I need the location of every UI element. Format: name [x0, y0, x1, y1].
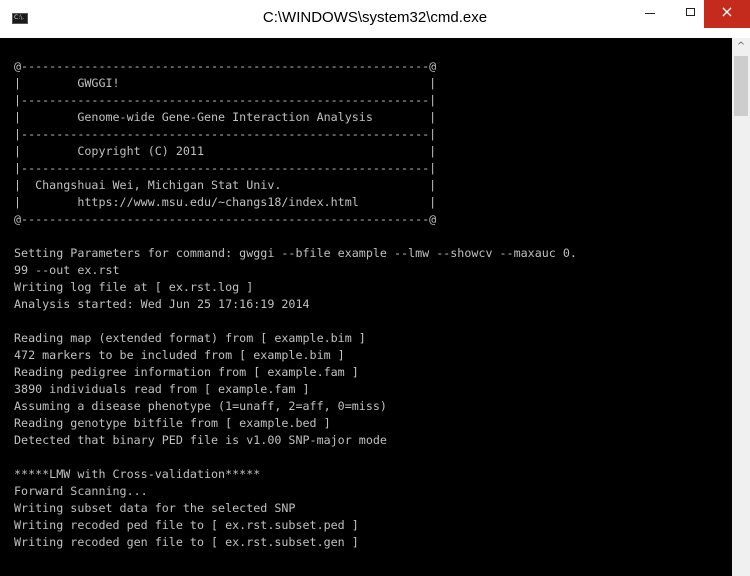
console-line: Writing recoded ped file to [ ex.rst.sub… [14, 518, 359, 532]
scroll-up-button[interactable]: ^ [732, 38, 750, 56]
minimize-button[interactable] [628, 0, 674, 28]
console-line: 472 markers to be included from [ exampl… [14, 348, 345, 362]
console-line: Reading map (extended format) from [ exa… [14, 331, 366, 345]
close-button[interactable]: × [704, 0, 750, 28]
console-line: | https://www.msu.edu/~changs18/index.ht… [14, 195, 437, 209]
console-line: |---------------------------------------… [14, 93, 437, 107]
console-line: |---------------------------------------… [14, 127, 437, 141]
close-icon: × [720, 2, 734, 21]
console-line: |---------------------------------------… [14, 161, 437, 175]
console-line: Reading pedigree information from [ exam… [14, 365, 359, 379]
console-line: Reading genotype bitfile from [ example.… [14, 416, 331, 430]
console-line: | Changshuai Wei, Michigan Stat Univ. | [14, 178, 437, 192]
console-line: Detected that binary PED file is v1.00 S… [14, 433, 387, 447]
console-line: Writing log file at [ ex.rst.log ] [14, 280, 254, 294]
scroll-thumb[interactable] [734, 56, 748, 116]
console-line: Assuming a disease phenotype (1=unaff, 2… [14, 399, 387, 413]
console-line: @---------------------------------------… [14, 212, 437, 226]
minimize-icon [645, 13, 655, 14]
console-line: Forward Scanning... [14, 484, 148, 498]
console-line: Analysis started: Wed Jun 25 17:16:19 20… [14, 297, 310, 311]
console-output[interactable]: @---------------------------------------… [0, 38, 732, 576]
vertical-scrollbar[interactable]: ^ [732, 38, 750, 576]
chevron-up-icon: ^ [736, 41, 746, 52]
maximize-icon [686, 8, 695, 16]
console-line: Writing subset data for the selected SNP [14, 501, 296, 515]
console-line: *****LMW with Cross-validation***** [14, 467, 261, 481]
title-bar[interactable]: C:\. C:\WINDOWS\system32\cmd.exe × [0, 0, 750, 38]
console-line: Setting Parameters for command: gwggi --… [14, 246, 577, 260]
console-line: 99 --out ex.rst [14, 263, 120, 277]
console-line: 3890 individuals read from [ example.fam… [14, 382, 310, 396]
console-text: @---------------------------------------… [0, 38, 732, 551]
console-line: | Genome-wide Gene-Gene Interaction Anal… [14, 110, 437, 124]
cmd-window: C:\. C:\WINDOWS\system32\cmd.exe × @----… [0, 0, 750, 576]
console-line: Writing recoded gen file to [ ex.rst.sub… [14, 535, 359, 549]
console-line: | Copyright (C) 2011 | [14, 144, 437, 158]
console-line: @---------------------------------------… [14, 59, 437, 73]
console-line: | GWGGI! | [14, 76, 437, 90]
